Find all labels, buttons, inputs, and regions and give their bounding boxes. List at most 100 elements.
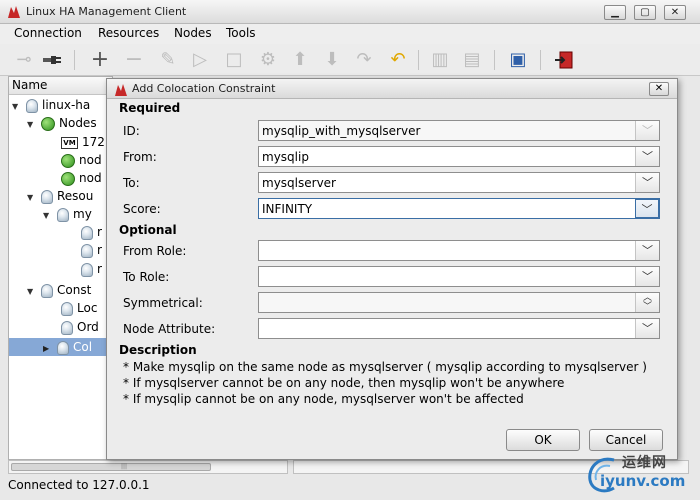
node-attribute-combobox[interactable]: ﹀ — [258, 318, 660, 339]
chevron-down-icon[interactable]: ﹀ — [635, 147, 659, 166]
id-value: mysqlip_with_mysqlserver — [262, 124, 421, 138]
active-icon[interactable]: ▤ — [460, 48, 484, 72]
menu-connection[interactable]: Connection — [14, 26, 82, 40]
bulb-icon — [81, 243, 93, 258]
description-line-2: * If mysqlserver cannot be on any node, … — [123, 376, 565, 390]
to-role-label: To Role: — [123, 270, 170, 284]
menu-tools[interactable]: Tools — [226, 26, 256, 40]
score-combobox[interactable]: INFINITY ﹀ — [258, 198, 660, 219]
to-label: To: — [123, 176, 140, 190]
chevron-down-icon[interactable]: ﹀ — [635, 267, 659, 286]
tree-item-resource-2[interactable]: r — [81, 241, 102, 259]
settings-icon[interactable]: ⚙ — [256, 48, 280, 72]
bulb-icon — [57, 207, 69, 222]
redo-icon[interactable]: ↷ — [352, 48, 376, 72]
section-optional: Optional — [119, 223, 177, 237]
standby-icon[interactable]: ▥ — [428, 48, 452, 72]
resource-tree[interactable]: Name ▼ linux-ha ▼ Nodes VM 172 nod nod ▼ Res… — [8, 76, 113, 460]
score-label: Score: — [123, 202, 161, 216]
tree-item-group[interactable]: ▼ my — [43, 205, 92, 223]
to-combobox[interactable]: mysqlserver ﹀ — [258, 172, 660, 193]
start-icon[interactable]: ▷ — [188, 48, 212, 72]
expanded-arrow-icon[interactable]: ▼ — [43, 207, 53, 225]
tree-item-resource-1[interactable]: r — [81, 223, 102, 241]
expanded-arrow-icon[interactable]: ▼ — [27, 283, 37, 301]
remove-icon[interactable]: − — [122, 48, 146, 72]
connect-icon[interactable] — [40, 48, 64, 72]
collapsed-arrow-icon[interactable]: ▶ — [43, 340, 53, 358]
window-title: Linux HA Management Client — [26, 5, 187, 18]
add-colocation-dialog: Add Colocation Constraint ✕ Required ID:… — [106, 78, 678, 460]
chevron-down-icon: ﹀ — [635, 121, 659, 140]
from-combobox[interactable]: mysqlip ﹀ — [258, 146, 660, 167]
move-down-icon[interactable]: ⬇ — [320, 48, 344, 72]
expanded-arrow-icon[interactable]: ▼ — [12, 98, 22, 116]
tree-horizontal-scrollbar[interactable]: ||| — [8, 460, 288, 474]
watermark-logo: 运维网 iyunv.com — [584, 450, 696, 496]
stop-icon[interactable]: □ — [222, 48, 246, 72]
section-required: Required — [119, 101, 181, 115]
bulb-icon — [61, 301, 73, 316]
section-description: Description — [119, 343, 197, 357]
bulb-icon — [81, 225, 93, 240]
tree-item-node-2[interactable]: nod — [61, 169, 102, 187]
scrollbar-thumb[interactable] — [11, 463, 211, 471]
symmetrical-spinner[interactable]: ︿ ﹀ — [258, 292, 660, 313]
tree-item-node-1[interactable]: nod — [61, 151, 102, 169]
exit-icon[interactable] — [552, 48, 576, 72]
expanded-arrow-icon[interactable]: ▼ — [27, 189, 37, 207]
minimize-button[interactable]: ▁ — [604, 5, 626, 20]
tree-item-constraints[interactable]: ▼ Const — [27, 281, 91, 299]
description-line-3: * If mysqlip cannot be on any node, mysq… — [123, 392, 524, 406]
tree-header-name[interactable]: Name — [9, 77, 112, 95]
id-combobox[interactable]: mysqlip_with_mysqlserver ﹀ — [258, 120, 660, 141]
to-value: mysqlserver — [262, 176, 336, 190]
chevron-down-icon[interactable]: ﹀ — [635, 241, 659, 260]
expanded-arrow-icon[interactable]: ▼ — [27, 116, 37, 134]
tree-item-resource-3[interactable]: r — [81, 260, 102, 278]
green-dot-icon — [61, 171, 75, 186]
from-value: mysqlip — [262, 150, 309, 164]
undo-icon[interactable]: ↶ — [386, 48, 410, 72]
cleanup-icon[interactable]: ✎ — [156, 48, 180, 72]
node-attribute-label: Node Attribute: — [123, 322, 216, 336]
tree-item-orders[interactable]: Ord — [61, 318, 99, 336]
chevron-down-icon[interactable]: ﹀ — [635, 199, 659, 218]
main-titlebar: Linux HA Management Client ▁ ▢ ✕ — [0, 0, 700, 24]
ok-button[interactable]: OK — [506, 429, 580, 451]
add-icon[interactable]: + — [88, 48, 112, 72]
view-icon[interactable]: ▣ — [506, 48, 530, 72]
tree-item-resources[interactable]: ▼ Resou — [27, 187, 93, 205]
watermark-cn: 运维网 — [622, 455, 667, 471]
tree-item-node-ip[interactable]: VM 172 — [61, 133, 105, 151]
id-label: ID: — [123, 124, 140, 138]
bulb-icon — [41, 189, 53, 204]
green-dot-icon — [61, 153, 75, 168]
tree-item-colocations[interactable]: ▶ Col — [9, 338, 112, 356]
close-button[interactable]: ✕ — [664, 5, 686, 20]
move-up-icon[interactable]: ⬆ — [288, 48, 312, 72]
from-role-label: From Role: — [123, 244, 187, 258]
linux-ha-logo-icon — [115, 84, 127, 96]
updown-icon[interactable]: ︿ ﹀ — [635, 293, 659, 312]
maximize-button[interactable]: ▢ — [634, 5, 656, 20]
from-role-combobox[interactable]: ﹀ — [258, 240, 660, 261]
menubar: Connection Resources Nodes Tools — [0, 24, 700, 44]
vm-icon: VM — [61, 136, 78, 149]
cancel-button[interactable]: Cancel — [589, 429, 663, 451]
chevron-down-icon[interactable]: ﹀ — [635, 173, 659, 192]
bulb-icon — [26, 98, 38, 113]
description-line-1: * Make mysqlip on the same node as mysql… — [123, 360, 647, 374]
symmetrical-label: Symmetrical: — [123, 296, 203, 310]
disconnect-icon[interactable]: ⊸ — [12, 48, 36, 72]
grip-icon: ||| — [121, 463, 128, 470]
tree-item-locations[interactable]: Loc — [61, 299, 97, 317]
menu-resources[interactable]: Resources — [98, 26, 159, 40]
menu-nodes[interactable]: Nodes — [174, 26, 212, 40]
tree-item-linux-ha[interactable]: ▼ linux-ha — [12, 96, 90, 114]
to-role-combobox[interactable]: ﹀ — [258, 266, 660, 287]
dialog-close-button[interactable]: ✕ — [649, 82, 669, 96]
chevron-down-icon[interactable]: ﹀ — [635, 319, 659, 338]
tree-item-nodes[interactable]: ▼ Nodes — [27, 114, 97, 132]
bulb-icon — [81, 262, 93, 277]
